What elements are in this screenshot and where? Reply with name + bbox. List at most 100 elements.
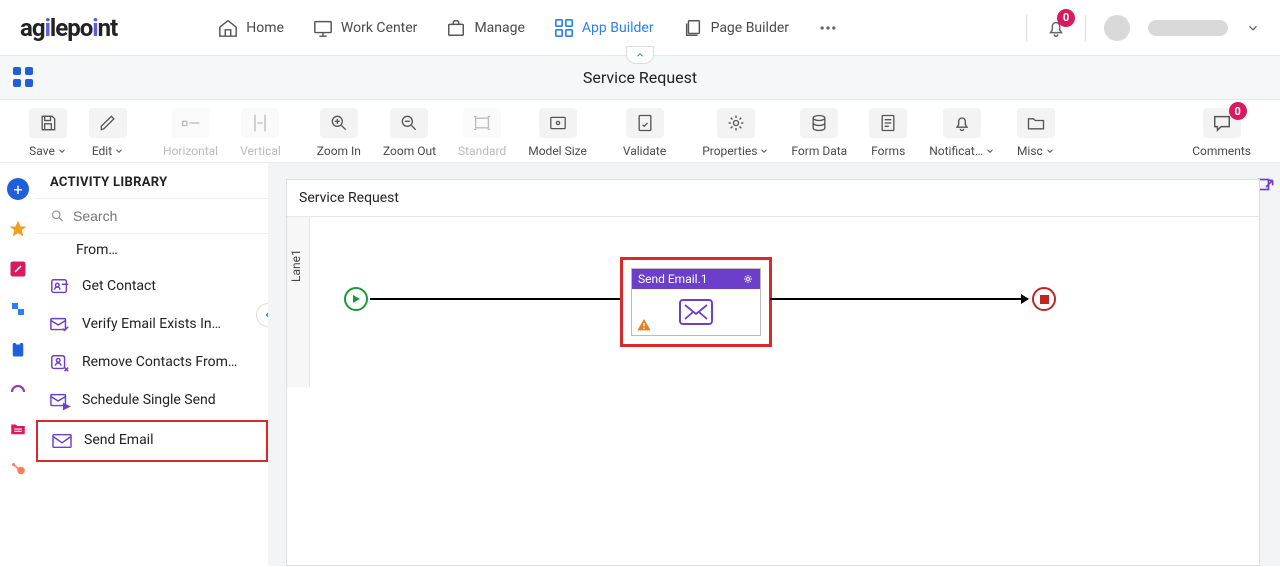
briefcase-icon	[445, 18, 467, 38]
tool-zoom-out[interactable]: Zoom Out	[372, 108, 447, 158]
database-icon	[809, 113, 829, 133]
library-search[interactable]	[36, 199, 268, 234]
collapse-tab[interactable]	[626, 46, 654, 64]
notifications-button[interactable]: 0	[1045, 17, 1067, 39]
tool-vertical[interactable]: Vertical	[229, 108, 292, 158]
zoom-in-icon	[329, 113, 349, 133]
hubspot-icon	[9, 460, 27, 478]
nav-home[interactable]: Home	[217, 18, 284, 38]
nav-items: Home Work Center Manage App Builder Page…	[217, 18, 839, 38]
nav-work-center-label: Work Center	[341, 20, 418, 36]
rail-add[interactable]: +	[6, 177, 30, 201]
tool-model-size-label: Model Size	[528, 144, 587, 158]
chevron-down-icon	[114, 146, 124, 156]
tool-vertical-label: Vertical	[240, 144, 281, 158]
bell-icon	[952, 113, 972, 133]
toolbar: Save Edit Horizontal Vertical Zoom In Zo…	[0, 100, 1280, 163]
tool-edit[interactable]: Edit	[78, 108, 138, 158]
rail-hubspot[interactable]	[6, 457, 30, 481]
chevron-down-icon	[57, 146, 67, 156]
library-item-send-email[interactable]: Send Email	[36, 420, 268, 462]
rail-edit[interactable]	[6, 257, 30, 281]
tool-model-size[interactable]: Model Size	[517, 108, 598, 158]
lane-label: Lane1	[289, 249, 303, 282]
avatar[interactable]	[1104, 15, 1130, 41]
title-strip: Service Request	[0, 56, 1280, 100]
tool-zoom-in[interactable]: Zoom In	[306, 108, 372, 158]
rail-dashboard[interactable]	[6, 377, 30, 401]
tool-misc-label: Misc	[1017, 144, 1043, 158]
tool-forms-label: Forms	[871, 144, 905, 158]
library-item-schedule-send[interactable]: Schedule Single Send	[36, 382, 268, 420]
standard-size-icon	[472, 115, 492, 131]
rail-clipboard[interactable]	[6, 337, 30, 361]
tool-edit-label: Edit	[92, 144, 112, 158]
library-item-remove-contacts[interactable]: Remove Contacts From…	[36, 344, 268, 382]
connector-1[interactable]	[370, 298, 628, 300]
tool-save-label: Save	[29, 144, 55, 158]
gear-icon[interactable]	[742, 273, 754, 285]
nav-app-builder[interactable]: App Builder	[553, 18, 654, 38]
gauge-icon	[9, 380, 27, 398]
nav-home-label: Home	[246, 20, 284, 36]
pencil-square-icon	[9, 260, 27, 278]
rail-folder[interactable]	[6, 417, 30, 441]
tool-notifications-label: Notificat…	[929, 144, 983, 158]
activity-library: ACTIVITY LIBRARY From… Get Contact Verif…	[36, 163, 268, 566]
tool-forms[interactable]: Forms	[858, 108, 918, 158]
library-item-from[interactable]: From…	[36, 234, 268, 268]
folder-list-icon	[9, 420, 27, 438]
nav-manage[interactable]: Manage	[445, 18, 524, 38]
nav-more[interactable]	[817, 18, 839, 38]
tool-standard[interactable]: Standard	[447, 108, 517, 158]
play-icon	[351, 294, 361, 304]
tool-validate[interactable]: Validate	[612, 108, 677, 158]
rail-activity[interactable]	[6, 297, 30, 321]
library-item-get-contact[interactable]: Get Contact	[36, 268, 268, 306]
tool-form-data[interactable]: Form Data	[780, 108, 858, 158]
connector-2[interactable]	[770, 298, 1028, 300]
canvas[interactable]: Service Request Lane1 Send Email.1	[286, 179, 1260, 566]
rail-favorites[interactable]	[6, 217, 30, 241]
tool-horizontal[interactable]: Horizontal	[152, 108, 229, 158]
chevron-down-icon[interactable]	[1246, 21, 1260, 35]
tool-notifications[interactable]: Notificat…	[918, 108, 1006, 158]
activity-label: Send Email.1	[638, 272, 707, 286]
tool-misc[interactable]: Misc	[1006, 108, 1066, 158]
main-area: + ACTIVITY LIBRARY From… Get Contact Ver…	[0, 163, 1280, 566]
notification-badge: 0	[1057, 9, 1075, 27]
comments-badge: 0	[1229, 102, 1247, 120]
pages-icon	[682, 18, 704, 38]
nav-page-builder[interactable]: Page Builder	[682, 18, 789, 38]
tool-save[interactable]: Save	[18, 108, 78, 158]
canvas-wrap: Service Request Lane1 Send Email.1	[268, 163, 1280, 566]
end-node[interactable]	[1032, 287, 1056, 311]
rail: +	[0, 163, 36, 566]
align-vertical-icon	[253, 113, 267, 133]
star-icon	[8, 219, 28, 239]
save-icon	[38, 113, 58, 133]
divider	[1085, 15, 1086, 41]
page-title: Service Request	[583, 68, 697, 87]
search-input[interactable]	[73, 208, 254, 224]
warning-icon	[636, 317, 652, 333]
chevron-down-icon	[759, 146, 769, 156]
nav-work-center[interactable]: Work Center	[312, 18, 418, 38]
ellipsis-icon	[817, 18, 839, 38]
apps-icon[interactable]	[12, 66, 34, 88]
library-item-verify-email[interactable]: Verify Email Exists In…	[36, 306, 268, 344]
puzzle-icon	[9, 300, 27, 318]
align-horizontal-icon	[181, 116, 201, 130]
user-name[interactable]	[1148, 20, 1228, 36]
tool-properties-label: Properties	[702, 144, 757, 158]
validate-icon	[635, 113, 655, 133]
lane-body[interactable]: Send Email.1	[309, 217, 1259, 387]
activity-send-email[interactable]: Send Email.1	[620, 257, 772, 347]
chevron-down-icon	[985, 146, 995, 156]
grid-icon	[553, 18, 575, 38]
tool-comments[interactable]: 0 Comments	[1181, 108, 1262, 158]
start-node[interactable]	[344, 287, 368, 311]
divider	[1026, 15, 1027, 41]
tool-form-data-label: Form Data	[791, 144, 847, 158]
tool-properties[interactable]: Properties	[691, 108, 780, 158]
